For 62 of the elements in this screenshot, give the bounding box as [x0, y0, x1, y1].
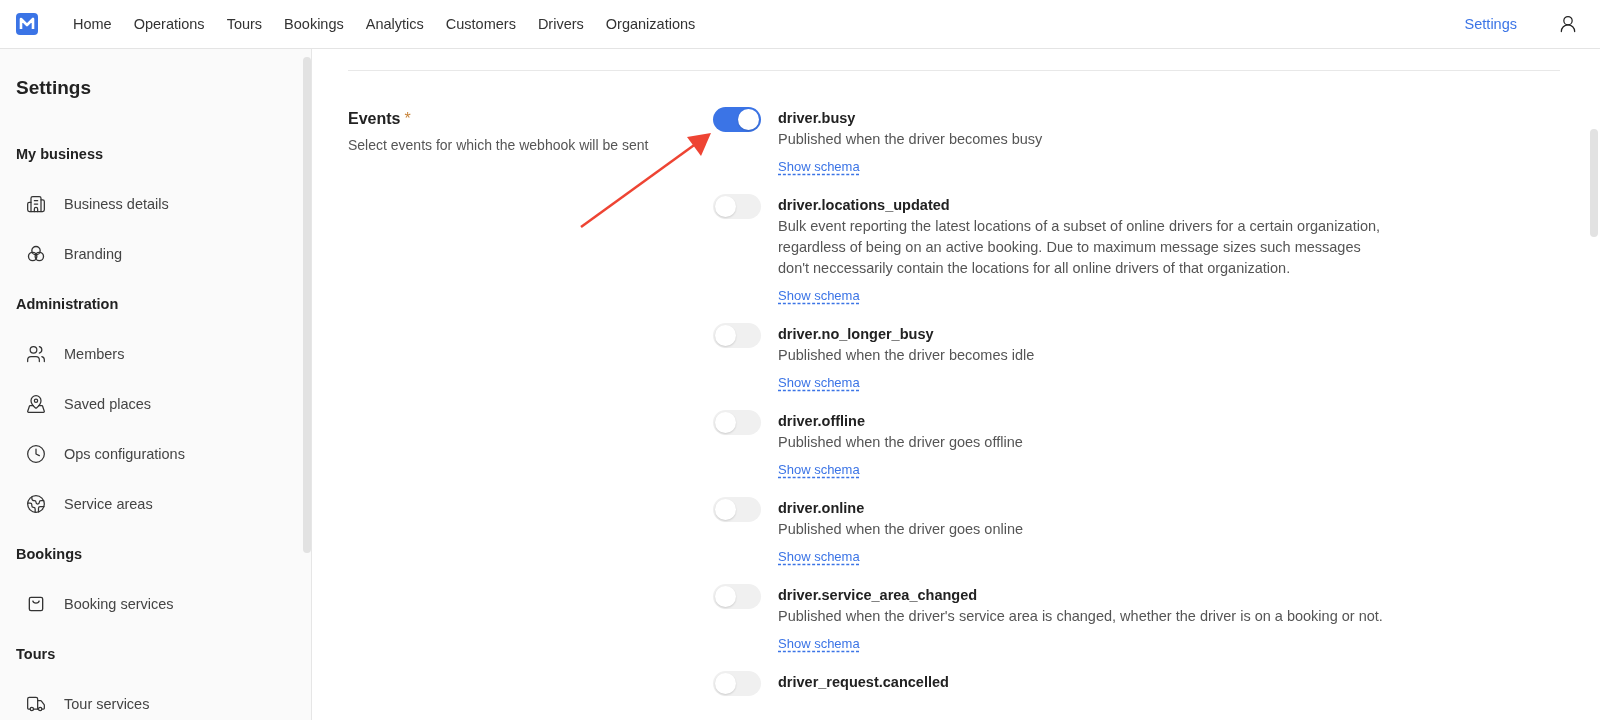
sidebar-title: Settings	[16, 77, 92, 100]
event-description: Published when the driver goes online	[778, 520, 1024, 539]
clock-icon	[26, 444, 46, 464]
toggle-switch[interactable]	[713, 410, 761, 435]
nav-link[interactable]: Organizations	[605, 16, 696, 32]
section-heading: My business	[16, 145, 105, 164]
event-name: driver.service_area_changed	[778, 586, 979, 605]
map-pin-icon	[26, 394, 46, 414]
sidebar-item[interactable]: Tour services	[16, 693, 150, 715]
nav-link[interactable]: Home	[73, 16, 112, 32]
event-name: driver.no_longer_busy	[778, 325, 935, 344]
event-description: Published when the driver's service area is changed, whether the driver is on a booking or not.	[778, 607, 1383, 626]
event-name: driver.offline	[778, 412, 867, 431]
truck-icon	[26, 694, 46, 714]
logo-icon[interactable]	[16, 13, 38, 35]
scrollbar-thumb[interactable]	[1590, 129, 1598, 237]
nav-link[interactable]: Settings	[1464, 16, 1517, 32]
nav-link[interactable]: Customers	[445, 16, 516, 32]
event-name: driver.busy	[778, 109, 857, 128]
toggle-switch[interactable]	[713, 107, 761, 132]
scrollbar-thumb[interactable]	[303, 57, 311, 553]
building-icon	[26, 194, 46, 214]
event-description: Bulk event reporting the latest locations of a subset of online drivers for a certain organization, regardless of being on an active booking. Due to maximum message sizes such messages don't neccessarily contain the locations for all online drivers of that organization.	[778, 217, 1382, 278]
field-label: Events *	[348, 109, 412, 129]
show-schema-link[interactable]: Show schema	[778, 462, 860, 477]
nav-link[interactable]: Analytics	[365, 16, 424, 32]
show-schema-link[interactable]: Show schema	[778, 159, 860, 174]
nav-link[interactable]: Bookings	[284, 16, 344, 32]
nav-link[interactable]: Drivers	[537, 16, 584, 32]
event-description: Published when the driver becomes idle	[778, 346, 1035, 365]
sidebar-item[interactable]: Business details	[16, 193, 169, 215]
toggle-switch[interactable]	[713, 194, 761, 219]
sidebar-item[interactable]: Booking services	[16, 593, 174, 615]
sidebar-item[interactable]: Members	[16, 343, 125, 365]
show-schema-link[interactable]: Show schema	[778, 549, 860, 564]
sidebar-item[interactable]: Service areas	[16, 493, 153, 515]
section-heading: Tours	[16, 645, 57, 664]
toggle-switch[interactable]	[713, 323, 761, 348]
event-name: driver.online	[778, 499, 866, 518]
event-name: driver_request.cancelled	[778, 673, 949, 692]
bag-icon	[26, 594, 46, 614]
nav-link[interactable]: Tours	[226, 16, 263, 32]
show-schema-link[interactable]: Show schema	[778, 288, 860, 303]
toggle-switch[interactable]	[713, 671, 761, 696]
sidebar-item[interactable]: Branding	[16, 243, 123, 265]
section-heading: Bookings	[16, 545, 84, 564]
section-heading: Administration	[16, 295, 120, 314]
toggle-switch[interactable]	[713, 497, 761, 522]
circles-icon	[26, 244, 46, 264]
event-description: Published when the driver goes offline	[778, 433, 1023, 452]
event-name: driver.locations_updated	[778, 196, 951, 215]
globe-icon	[26, 494, 46, 514]
user-icon[interactable]	[1558, 14, 1578, 34]
nav-link[interactable]: Operations	[133, 16, 205, 32]
show-schema-link[interactable]: Show schema	[778, 636, 860, 651]
toggle-switch[interactable]	[713, 584, 761, 609]
users-icon	[26, 344, 46, 364]
sidebar-item[interactable]: Saved places	[16, 393, 152, 415]
sidebar-item[interactable]: Ops configurations	[16, 443, 185, 465]
field-description: Select events for which the webhook will be sent	[348, 137, 650, 153]
show-schema-link[interactable]: Show schema	[778, 375, 860, 390]
event-description: Published when the driver becomes busy	[778, 130, 1043, 149]
